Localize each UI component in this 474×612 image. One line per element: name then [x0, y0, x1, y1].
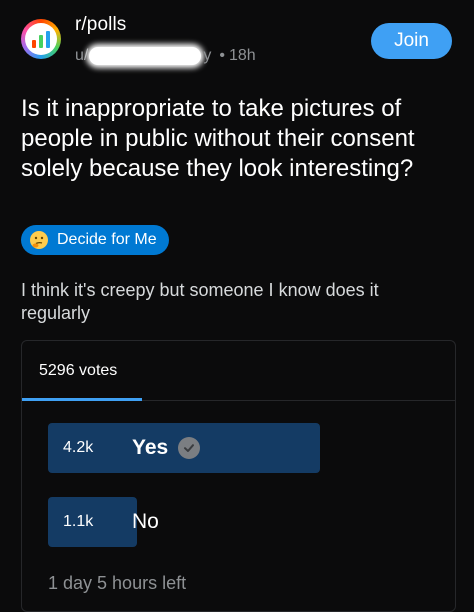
join-button[interactable]: Join [371, 23, 452, 59]
thinking-face-icon [29, 230, 49, 250]
post-meta: u/ y • 18h [75, 45, 256, 67]
poll-tab-indicator [22, 398, 142, 401]
poll-header: 5296 votes [22, 341, 455, 401]
post-title: Is it inappropriate to take pictures of … [21, 95, 415, 182]
poll-time-left: 1 day 5 hours left [48, 573, 187, 593]
poll-card: 5296 votes 4.2k Yes 1.1k No 1 day 5 hour… [21, 340, 456, 612]
post-header: r/polls u/ y • 18h Join [0, 0, 474, 86]
poll-option-count: 1.1k [63, 513, 94, 530]
poll-option-label: No [132, 510, 159, 533]
poll-option-label-wrap: No [132, 497, 159, 547]
meta-separator: • [219, 47, 225, 64]
poll-votes-count: 5296 votes [39, 362, 118, 379]
flair-label: Decide for Me [57, 231, 157, 248]
poll-option-no[interactable]: 1.1k No [48, 497, 358, 547]
check-circle-icon [178, 437, 201, 459]
post-body: I think it's creepy but someone I know d… [21, 280, 379, 323]
poll-option-yes[interactable]: 4.2k Yes [48, 423, 358, 473]
post-time: 18h [228, 47, 256, 64]
poll-option-label-wrap: Yes [132, 423, 201, 473]
subreddit-name[interactable]: r/polls [75, 14, 126, 36]
username-suffix[interactable]: y [203, 47, 211, 65]
subreddit-avatar[interactable] [21, 19, 61, 59]
redacted-username [89, 47, 202, 65]
poll-option-label: Yes [132, 436, 169, 459]
username-prefix[interactable]: u/ [75, 47, 88, 65]
poll-chart-icon [25, 23, 57, 55]
post-flair[interactable]: Decide for Me [21, 225, 169, 255]
poll-option-count: 4.2k [63, 439, 94, 456]
